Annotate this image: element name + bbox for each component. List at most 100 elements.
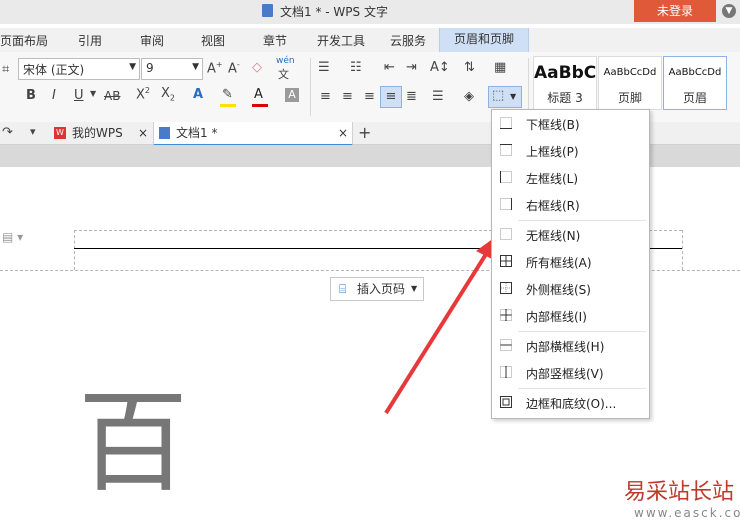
font-name-select[interactable]: 宋体 (正文) ▼: [18, 58, 140, 80]
menu-item-inside-vertical-border[interactable]: 内部竖框线(V): [492, 360, 649, 386]
document-icon: [262, 4, 273, 17]
menu-section[interactable]: 章节: [263, 32, 287, 49]
justify-icon[interactable]: ≡: [380, 86, 402, 108]
account-dropdown-icon[interactable]: ▼: [722, 4, 736, 18]
inside-vertical-border-icon: [500, 366, 512, 378]
increase-indent-icon[interactable]: ⇥: [406, 60, 417, 75]
line-spacing-icon[interactable]: ☰: [432, 89, 444, 104]
underline-icon[interactable]: U: [74, 88, 84, 103]
bold-icon[interactable]: B: [26, 88, 36, 103]
no-border-icon: [500, 228, 512, 240]
menu-item-label: 下框线(B): [526, 118, 580, 132]
menu-page-layout[interactable]: 页面布局: [0, 32, 48, 49]
numbered-list-icon[interactable]: ☷: [350, 60, 362, 75]
menu-item-no-border[interactable]: 无框线(N): [492, 222, 649, 248]
text-effect-icon[interactable]: A: [193, 87, 203, 102]
format-painter-icon[interactable]: ⌗: [2, 62, 9, 77]
arrow-shaft: [384, 249, 490, 415]
menu-item-outside-borders[interactable]: 外侧框线(S): [492, 276, 649, 302]
phonetic-char-icon: 文: [278, 68, 289, 81]
strikethrough-icon[interactable]: AB: [104, 89, 120, 103]
style-footer[interactable]: AaBbCcDd 页脚: [598, 56, 662, 110]
new-tab-icon[interactable]: +: [358, 123, 371, 142]
menu-item-top-border[interactable]: 上框线(P): [492, 138, 649, 164]
menu-item-right-border[interactable]: 右框线(R): [492, 192, 649, 218]
chevron-down-icon: ▼: [129, 62, 136, 72]
table-icon[interactable]: ▦: [494, 60, 506, 75]
char-shading-icon[interactable]: A: [285, 88, 299, 102]
quick-access-icon[interactable]: ▾: [30, 125, 36, 138]
text-direction-icon[interactable]: A↕: [430, 60, 450, 75]
menu-item-label: 上框线(P): [526, 145, 579, 159]
menu-item-label: 左框线(L): [526, 172, 579, 186]
chevron-down-icon[interactable]: ▼: [90, 89, 96, 98]
menu-view[interactable]: 视图: [201, 32, 225, 49]
menu-item-borders-and-shading[interactable]: 边框和底纹(O)...: [492, 390, 649, 416]
border-dropdown-menu: 下框线(B) 上框线(P) 左框线(L) 右框线(R) 无框线(N) 所有框线(…: [491, 109, 650, 419]
style-sample: AaBbC: [534, 63, 597, 83]
redo-icon[interactable]: ↷: [2, 125, 13, 140]
menu-item-inside-horizontal-border[interactable]: 内部横框线(H): [492, 333, 649, 359]
style-sample: AaBbCcDd: [603, 67, 657, 78]
style-header[interactable]: AaBbCcDd 页眉: [663, 56, 727, 110]
page-number-icon: ⌸: [339, 282, 347, 296]
menu-header-footer[interactable]: 页眉和页脚: [439, 28, 530, 52]
subscript-icon[interactable]: X2: [161, 86, 175, 103]
menu-developer-tools[interactable]: 开发工具: [317, 32, 365, 49]
decrease-indent-icon[interactable]: ⇤: [384, 60, 395, 75]
distributed-align-icon[interactable]: ≣: [406, 89, 417, 104]
grow-font-icon[interactable]: A+: [207, 60, 223, 76]
style-heading3[interactable]: AaBbC 标题 3: [533, 56, 597, 110]
menu-item-label: 内部框线(I): [526, 310, 587, 324]
highlight-color-bar: [220, 104, 236, 107]
title-bar: 文档1 * - WPS 文字 未登录 ▼: [0, 0, 740, 24]
border-button[interactable]: ⬚ ▼: [488, 86, 522, 108]
tab-label: 文档1 *: [176, 126, 218, 140]
menu-item-label: 无框线(N): [526, 229, 581, 243]
menu-bar: 页面布局 引用 审阅 视图 章节 开发工具 云服务 页眉和页脚: [0, 28, 740, 52]
watermark-text: 易采站长站: [624, 480, 735, 505]
clear-format-icon[interactable]: ◇: [252, 60, 262, 75]
chevron-down-icon: ▼: [510, 92, 517, 101]
menu-cloud-service[interactable]: 云服务: [390, 32, 426, 49]
font-size-value: 9: [146, 61, 154, 75]
menu-references[interactable]: 引用: [78, 32, 102, 49]
menu-item-left-border[interactable]: 左框线(L): [492, 165, 649, 191]
bottom-border-icon: [500, 117, 512, 129]
menu-separator: [518, 331, 646, 332]
left-border-icon: [500, 171, 512, 183]
login-button[interactable]: 未登录: [634, 0, 716, 22]
phonetic-guide-icon[interactable]: wén: [276, 56, 295, 66]
menu-item-inside-borders[interactable]: 内部框线(I): [492, 303, 649, 329]
font-size-select[interactable]: 9 ▼: [141, 58, 203, 80]
paragraph-marker-icon[interactable]: ▤ ▾: [2, 230, 23, 244]
close-icon[interactable]: ×: [338, 122, 348, 144]
tab-document1[interactable]: 文档1 * ×: [153, 122, 353, 146]
menu-item-bottom-border[interactable]: 下框线(B): [492, 111, 649, 137]
shrink-font-icon[interactable]: A-: [228, 60, 240, 76]
close-icon[interactable]: ×: [138, 122, 148, 144]
font-color-icon[interactable]: A: [254, 87, 263, 102]
menu-item-label: 右框线(R): [526, 199, 580, 213]
window-title: 文档1 * - WPS 文字: [280, 5, 388, 19]
menu-item-label: 外侧框线(S): [526, 283, 591, 297]
all-borders-icon: [500, 255, 512, 267]
toolbar-divider: [528, 58, 529, 116]
toolbar-divider: [310, 58, 311, 116]
document-body-text: 百: [78, 379, 188, 507]
menu-item-all-borders[interactable]: 所有框线(A): [492, 249, 649, 275]
highlight-icon[interactable]: ✎: [222, 87, 233, 102]
watermark-url: www.easck.com: [634, 506, 740, 520]
document-icon: [159, 127, 170, 139]
shading-icon[interactable]: ◈: [464, 89, 474, 104]
bullet-list-icon[interactable]: ☰: [318, 60, 330, 75]
menu-review[interactable]: 审阅: [140, 32, 164, 49]
sort-icon[interactable]: ⇅: [464, 60, 475, 75]
align-center-icon[interactable]: ≡: [342, 89, 353, 104]
right-border-icon: [500, 198, 512, 210]
align-left-icon[interactable]: ≡: [320, 89, 331, 104]
superscript-icon[interactable]: X2: [136, 86, 150, 102]
italic-icon[interactable]: I: [52, 88, 56, 103]
style-sample: AaBbCcDd: [668, 67, 722, 78]
align-right-icon[interactable]: ≡: [364, 89, 375, 104]
